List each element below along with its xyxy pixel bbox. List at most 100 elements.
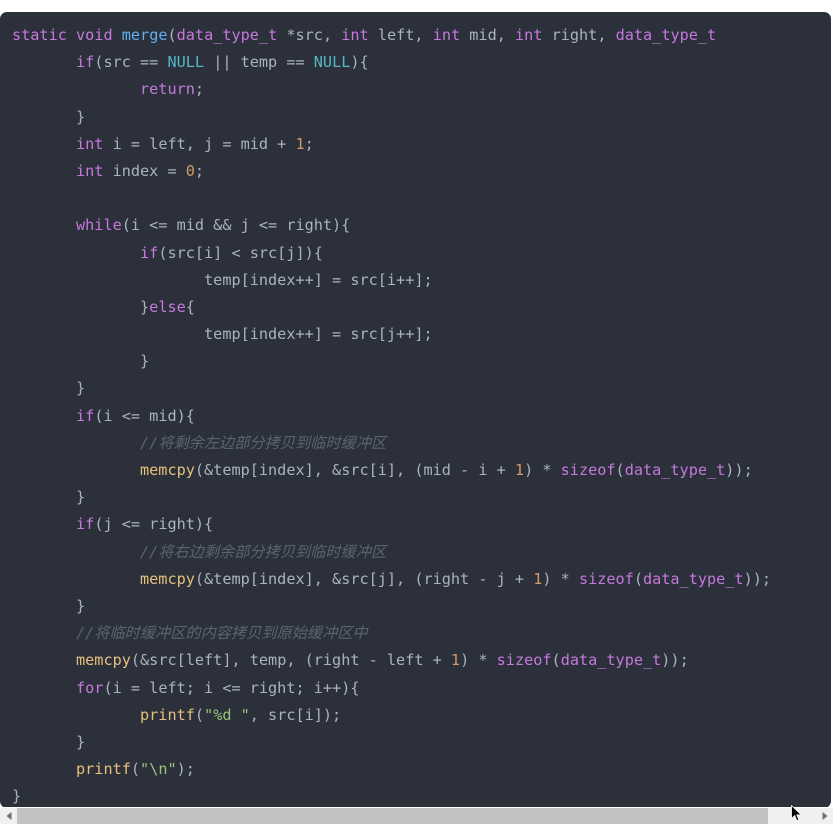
code-token: (i <= mid){: [94, 406, 195, 425]
scrollbar-track[interactable]: [17, 808, 816, 824]
code-line: printf("\n");: [0, 756, 831, 783]
code-token: memcpy: [140, 461, 195, 479]
code-token: data_type_t: [560, 651, 662, 670]
scroll-right-arrow-icon[interactable]: [816, 808, 833, 824]
code-token: (: [633, 569, 643, 588]
code-token: (i <= mid && j <= right){: [121, 216, 351, 235]
code-token: if: [76, 53, 95, 72]
code-token: (src ==: [94, 53, 168, 72]
code-token: sizeof: [560, 461, 616, 479]
code-text: static void merge(data_type_t *src, int …: [0, 12, 831, 807]
code-token: ;: [304, 134, 314, 153]
scroll-left-arrow-icon[interactable]: [0, 808, 17, 824]
code-token: if: [76, 515, 95, 534]
code-line: }: [0, 729, 831, 756]
code-block[interactable]: static void merge(data_type_t *src, int …: [0, 12, 831, 807]
code-token: if: [76, 406, 95, 425]
code-line: memcpy(&temp[index], &src[i], (mid - i +…: [0, 457, 831, 484]
scrollbar-thumb[interactable]: [17, 808, 769, 824]
code-token: right,: [542, 26, 616, 44]
code-token: (&temp[index], &src[j], (right - j +: [194, 569, 534, 588]
code-token: 1: [450, 651, 461, 670]
code-token: sizeof: [496, 651, 552, 670]
code-token: return: [140, 80, 195, 99]
code-token: for: [76, 678, 104, 697]
code-token: data_type_t: [615, 26, 717, 44]
code-line: }: [0, 348, 831, 375]
code-line: temp[index++] = src[j++];: [0, 321, 831, 348]
code-token: while: [76, 216, 122, 235]
code-token: //将剩余左边部分拷贝到临时缓冲区: [140, 433, 387, 452]
code-token: int: [76, 134, 104, 153]
code-token: int: [515, 26, 543, 44]
top-gutter: [0, 0, 833, 12]
code-line: memcpy(&temp[index], &src[j], (right - j…: [0, 566, 831, 593]
code-token: ;: [194, 161, 205, 180]
code-token: 0: [185, 161, 195, 180]
code-line: if(src[i] < src[j]){: [0, 240, 831, 267]
code-line: static void merge(data_type_t *src, int …: [0, 22, 831, 49]
code-token: printf: [76, 760, 131, 779]
code-token: ;: [194, 80, 205, 99]
code-token: data_type_t: [642, 569, 744, 588]
code-token: data_type_t: [176, 26, 278, 44]
code-token: temp[index++] = src[j++];: [204, 325, 433, 344]
code-line: temp[index++] = src[i++];: [0, 267, 831, 294]
code-token: , src[i]);: [249, 705, 342, 724]
code-token: ) *: [524, 461, 561, 479]
code-token: (: [551, 651, 561, 670]
code-line: if(j <= right){: [0, 511, 831, 538]
code-line: }: [0, 484, 831, 511]
code-token: (: [194, 705, 205, 724]
code-token: ));: [725, 461, 753, 479]
code-line: for(i = left; i <= right; i++){: [0, 675, 831, 702]
code-token: (i = left; i <= right; i++){: [103, 678, 360, 697]
code-token: if: [140, 243, 159, 262]
code-token: ));: [661, 651, 689, 670]
code-token: "%d ": [204, 705, 250, 724]
code-token: int: [76, 161, 104, 180]
code-token: index =: [103, 161, 186, 180]
code-token: NULL: [313, 53, 351, 72]
code-line: if(src == NULL || temp == NULL){: [0, 49, 831, 76]
code-line: //将临时缓冲区的内容拷贝到原始缓冲区中: [0, 620, 831, 647]
code-line: while(i <= mid && j <= right){: [0, 212, 831, 239]
code-token: temp[index++] = src[i++];: [204, 270, 433, 289]
code-token: (j <= right){: [94, 515, 214, 534]
code-token: memcpy: [140, 569, 195, 588]
code-snippet-viewer: static void merge(data_type_t *src, int …: [0, 0, 833, 824]
code-token: }: [76, 379, 86, 398]
code-token: }: [76, 488, 86, 507]
code-token: memcpy: [76, 651, 131, 670]
code-token: 1: [533, 569, 543, 588]
code-token: data_type_t: [624, 461, 726, 479]
code-token: i = left, j = mid +: [103, 134, 296, 153]
code-token: 1: [295, 134, 305, 153]
code-line: return;: [0, 76, 831, 103]
code-line: int index = 0;: [0, 158, 831, 185]
code-token: int: [432, 26, 461, 44]
code-token: }: [76, 732, 86, 751]
code-line: }: [0, 593, 831, 620]
code-token: printf: [140, 705, 195, 724]
code-token: left,: [368, 26, 433, 44]
code-token: 1: [514, 461, 525, 479]
code-token: }: [140, 297, 150, 316]
code-token: (src[i] < src[j]){: [158, 243, 323, 262]
code-token: //将右边剩余部分拷贝到临时缓冲区: [140, 542, 387, 561]
code-token: }: [76, 596, 86, 615]
code-line: //将右边剩余部分拷贝到临时缓冲区: [0, 539, 831, 566]
code-token: );: [176, 760, 195, 779]
code-token: int: [341, 26, 369, 44]
code-token: mid,: [460, 26, 516, 44]
code-line: memcpy(&src[left], temp, (right - left +…: [0, 647, 831, 674]
horizontal-scrollbar[interactable]: [0, 807, 833, 824]
code-line: printf("%d ", src[i]);: [0, 702, 831, 729]
code-line: //将剩余左边部分拷贝到临时缓冲区: [0, 430, 831, 457]
code-scroll-viewport[interactable]: static void merge(data_type_t *src, int …: [0, 12, 833, 807]
code-line: if(i <= mid){: [0, 403, 831, 430]
code-token: static: [12, 26, 67, 44]
code-token: }: [12, 787, 22, 806]
code-token: (&temp[index], &src[i], (mid - i +: [194, 461, 515, 479]
